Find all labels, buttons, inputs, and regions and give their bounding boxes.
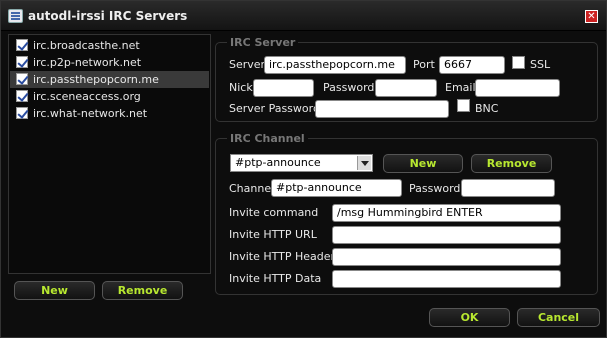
close-button[interactable]: ✕ xyxy=(585,10,598,23)
remove-channel-button[interactable]: Remove xyxy=(471,154,552,173)
server-name: irc.what-network.net xyxy=(33,107,148,120)
invite-command-label: Invite command xyxy=(229,206,319,219)
app-icon xyxy=(8,9,23,23)
invite-http-url-label: Invite HTTP URL xyxy=(229,228,317,241)
invite-http-url-input[interactable] xyxy=(332,226,561,244)
new-channel-button[interactable]: New xyxy=(383,154,463,173)
channel-password-input[interactable] xyxy=(461,179,555,197)
server-list-item[interactable]: irc.broadcasthe.net xyxy=(10,37,209,54)
server-enabled-checkbox[interactable] xyxy=(16,90,28,102)
server-input[interactable]: irc.passthepopcorn.me xyxy=(264,56,406,74)
server-name: irc.sceneaccess.org xyxy=(33,90,141,103)
server-enabled-checkbox[interactable] xyxy=(16,107,28,119)
new-server-button[interactable]: New xyxy=(14,281,95,300)
nick-input[interactable] xyxy=(253,79,314,97)
nick-label: Nick xyxy=(229,81,253,94)
server-enabled-checkbox[interactable] xyxy=(16,56,28,68)
server-list: irc.broadcasthe.net irc.p2p-network.net … xyxy=(8,34,211,274)
dialog-title: autodl-irssi IRC Servers xyxy=(28,9,188,23)
email-input[interactable] xyxy=(475,79,560,97)
server-list-item-selected[interactable]: irc.passthepopcorn.me xyxy=(10,71,209,88)
remove-server-button[interactable]: Remove xyxy=(102,281,183,300)
server-list-item[interactable]: irc.sceneaccess.org xyxy=(10,88,209,105)
invite-http-header-input[interactable] xyxy=(332,248,561,266)
bnc-label: BNC xyxy=(475,102,499,115)
channel-input[interactable]: #ptp-announce xyxy=(271,179,402,197)
password-input[interactable] xyxy=(375,79,437,97)
server-list-item[interactable]: irc.p2p-network.net xyxy=(10,54,209,71)
server-name: irc.passthepopcorn.me xyxy=(33,73,159,86)
server-password-input[interactable] xyxy=(315,100,449,118)
irc-server-group-title: IRC Server xyxy=(227,36,299,49)
port-input[interactable]: 6667 xyxy=(439,56,505,74)
chevron-down-icon[interactable] xyxy=(357,156,371,170)
irc-servers-dialog: autodl-irssi IRC Servers ✕ irc.broadcast… xyxy=(0,0,607,338)
password-label: Password xyxy=(323,81,375,94)
ssl-checkbox[interactable] xyxy=(512,56,525,69)
port-label: Port xyxy=(413,58,435,71)
server-name: irc.p2p-network.net xyxy=(33,56,142,69)
server-enabled-checkbox[interactable] xyxy=(16,73,28,85)
invite-http-data-input[interactable] xyxy=(332,270,561,288)
server-label: Server xyxy=(229,58,266,71)
channel-password-label: Password xyxy=(409,182,461,195)
invite-http-data-label: Invite HTTP Data xyxy=(229,272,322,285)
title-bar[interactable]: autodl-irssi IRC Servers ✕ xyxy=(1,1,606,31)
channel-label: Channel xyxy=(229,182,275,195)
ok-button[interactable]: OK xyxy=(429,308,510,327)
email-label: Email xyxy=(445,81,476,94)
cancel-button[interactable]: Cancel xyxy=(517,308,600,327)
ssl-label: SSL xyxy=(530,58,551,71)
bnc-checkbox[interactable] xyxy=(457,99,470,112)
channel-select[interactable]: #ptp-announce xyxy=(230,154,373,172)
server-name: irc.broadcasthe.net xyxy=(33,39,140,52)
server-list-item[interactable]: irc.what-network.net xyxy=(10,105,209,122)
server-enabled-checkbox[interactable] xyxy=(16,39,28,51)
invite-http-header-label: Invite HTTP Header xyxy=(229,250,336,263)
invite-command-input[interactable]: /msg Hummingbird ENTER xyxy=(332,204,561,222)
irc-channel-group-title: IRC Channel xyxy=(227,132,308,145)
channel-select-value: #ptp-announce xyxy=(235,156,321,169)
server-password-label: Server Password xyxy=(229,102,320,115)
